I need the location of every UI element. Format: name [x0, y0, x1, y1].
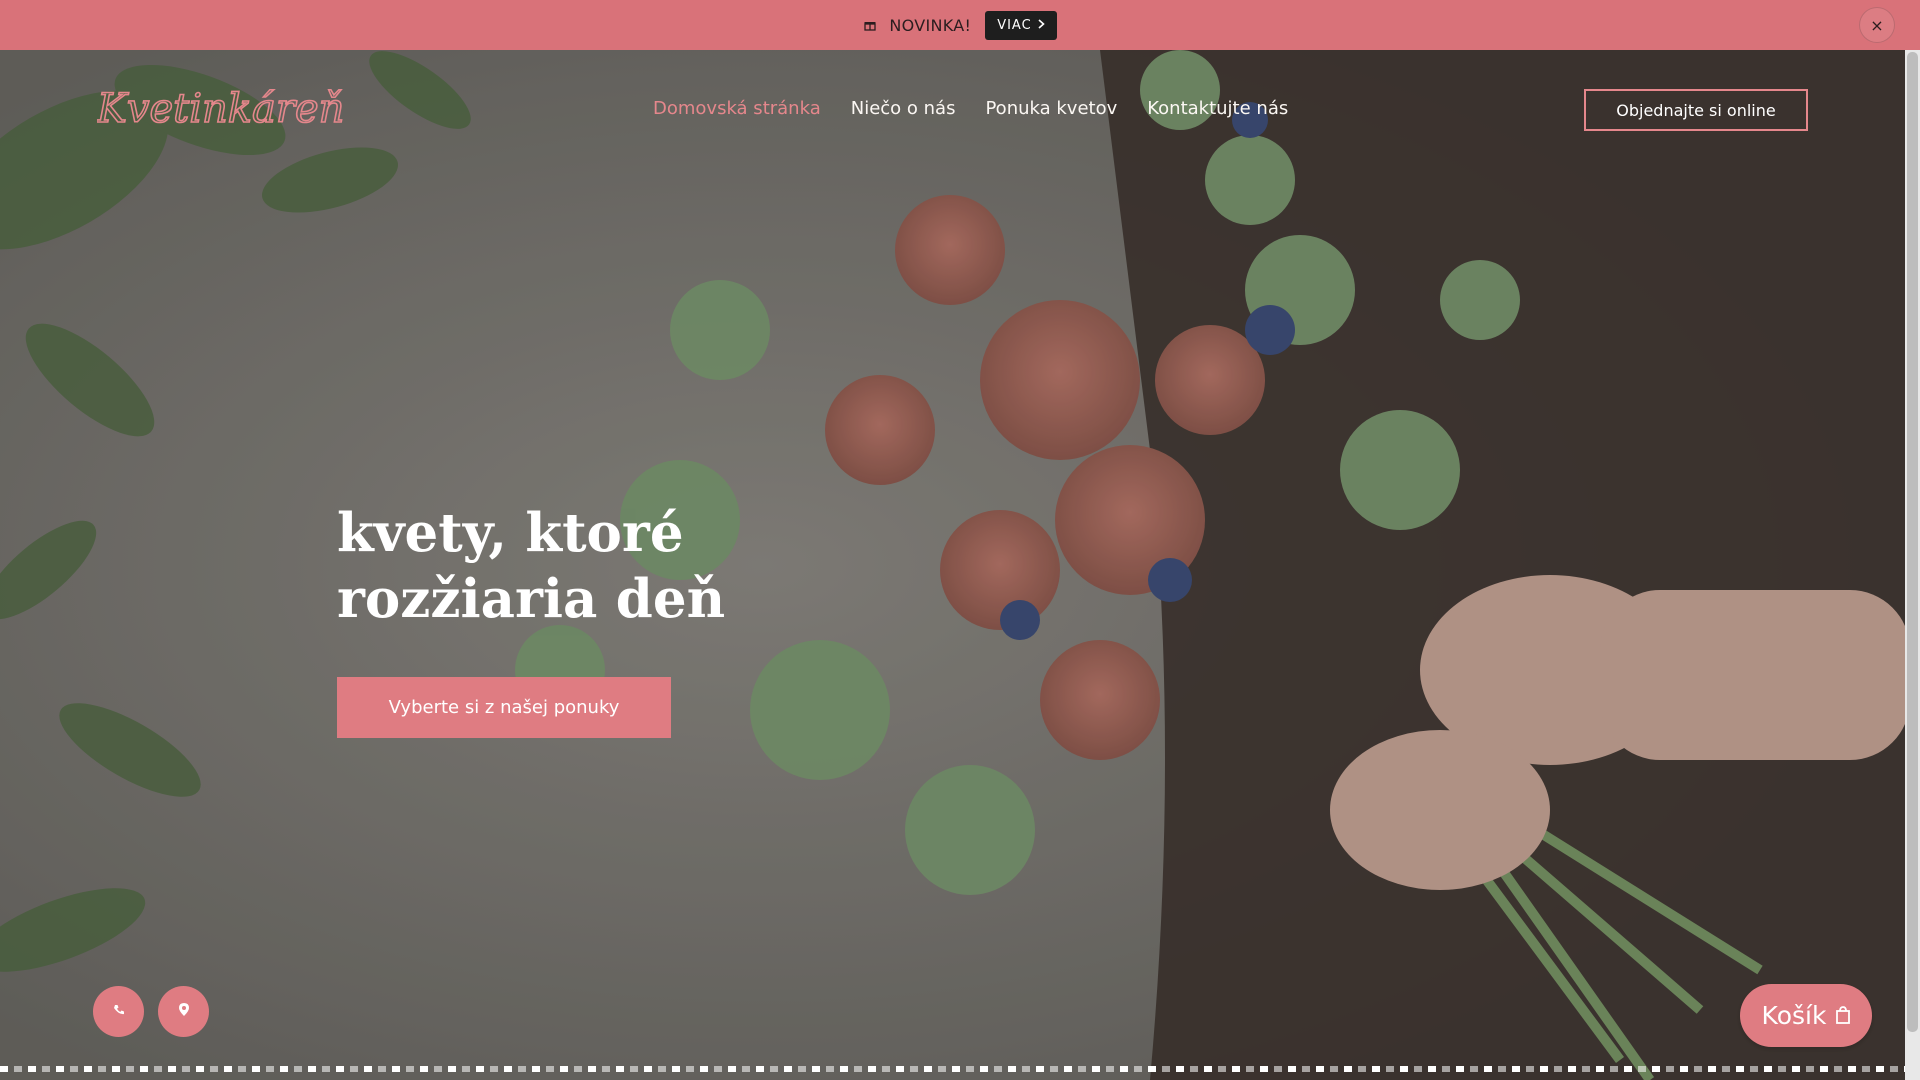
chevron-right-icon [1038, 18, 1045, 33]
site-logo[interactable]: Kvetinkáreň [95, 84, 359, 133]
nav-item-about[interactable]: Niečo o nás [851, 98, 956, 119]
location-button[interactable] [158, 986, 209, 1037]
promo-bar: NOVINKA! VIAC × [0, 0, 1920, 50]
promo-content: NOVINKA! VIAC [863, 10, 1057, 40]
main-navigation: Domovská stránka Niečo o nás Ponuka kvet… [653, 98, 1288, 119]
cart-label: Košík [1761, 1001, 1827, 1030]
phone-icon [113, 1004, 125, 1020]
hero-cta-button[interactable]: Vyberte si z našej ponuky [337, 677, 671, 738]
nav-item-contact[interactable]: Kontaktujte nás [1147, 98, 1288, 119]
scrollbar-thumb[interactable] [1907, 52, 1918, 1032]
hero-title: kvety, ktoré rozžiaria deň [337, 502, 726, 630]
nav-item-flowers[interactable]: Ponuka kvetov [985, 98, 1117, 119]
decorative-dashed-line [0, 1066, 1905, 1072]
close-icon: × [1870, 15, 1884, 35]
map-marker-icon [178, 1003, 189, 1020]
gift-icon [863, 18, 877, 32]
order-online-button[interactable]: Objednajte si online [1584, 89, 1808, 131]
promo-more-button[interactable]: VIAC [985, 10, 1057, 40]
promo-text: NOVINKA! [889, 15, 972, 35]
phone-button[interactable] [93, 986, 144, 1037]
logo-wordmark: Kvetinkáreň [95, 85, 345, 133]
shopping-bag-icon [1836, 1001, 1851, 1030]
nav-item-home[interactable]: Domovská stránka [653, 98, 821, 119]
svg-text:Kvetinkáreň: Kvetinkáreň [97, 86, 344, 132]
promo-more-label: VIAC [997, 17, 1032, 33]
cart-button[interactable]: Košík [1740, 984, 1872, 1047]
promo-close-button[interactable]: × [1859, 7, 1895, 43]
